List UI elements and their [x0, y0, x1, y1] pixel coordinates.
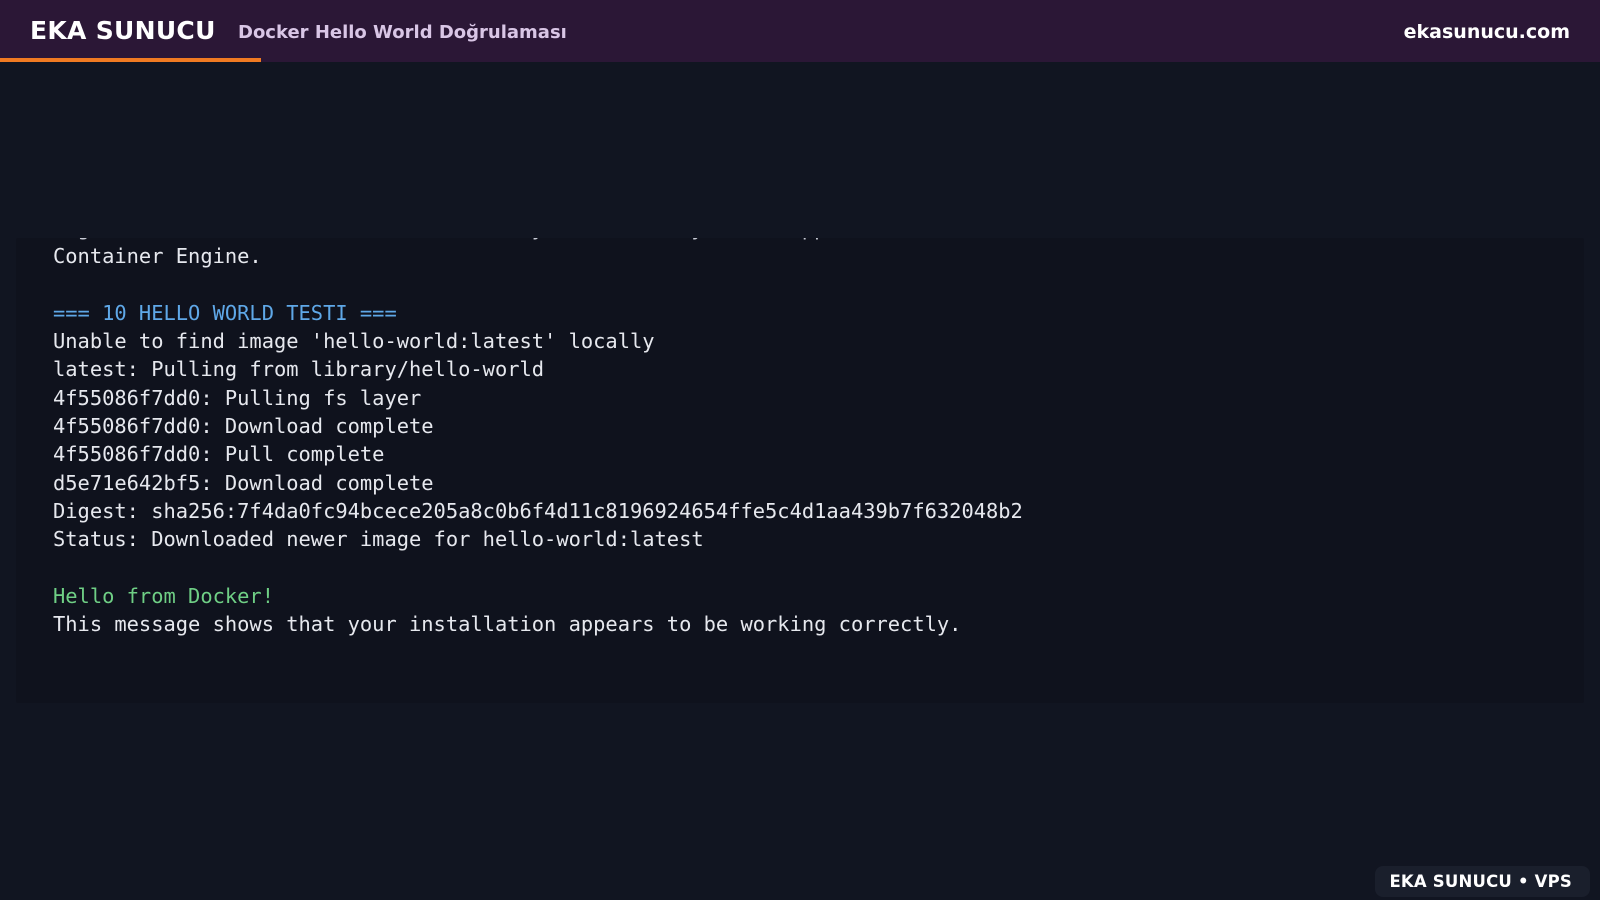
header-accent-bar [0, 58, 261, 62]
top-header-bar: EKA SUNUCU Docker Hello World Doğrulamas… [0, 0, 1600, 62]
terminal-lines: Digest: sha256:... has been successfully… [53, 238, 1023, 638]
footer-watermark-badge: EKA SUNUCU • VPS [1375, 866, 1590, 897]
terminal-line: 4f55086f7dd0: Pulling fs layer [53, 385, 422, 410]
domain-link[interactable]: ekasunucu.com [1404, 21, 1570, 43]
terminal-line: Unable to find image 'hello-world:latest… [53, 329, 655, 354]
page-subtitle: Docker Hello World Doğrulaması [238, 22, 567, 43]
terminal-line: This message shows that your installatio… [53, 612, 962, 637]
terminal-line: Digest: sha256:7f4da0fc94bcece205a8c0b6f… [53, 498, 1023, 523]
terminal-line: Container Engine. [53, 244, 262, 269]
brand-logo-text: EKA SUNUCU [30, 16, 216, 45]
success-message-line: Hello from Docker! [53, 583, 274, 608]
terminal-line: 4f55086f7dd0: Download complete [53, 414, 434, 439]
terminal-line: d5e71e642bf5: Download complete [53, 470, 434, 495]
terminal-line: latest: Pulling from library/hello-world [53, 357, 545, 382]
section-heading-line: === 10 HELLO WORLD TESTI === [53, 300, 397, 325]
terminal-output-panel: Digest: sha256:... has been successfully… [16, 238, 1584, 703]
terminal-line: Status: Downloaded newer image for hello… [53, 527, 704, 552]
terminal-line: 4f55086f7dd0: Pull complete [53, 442, 385, 467]
